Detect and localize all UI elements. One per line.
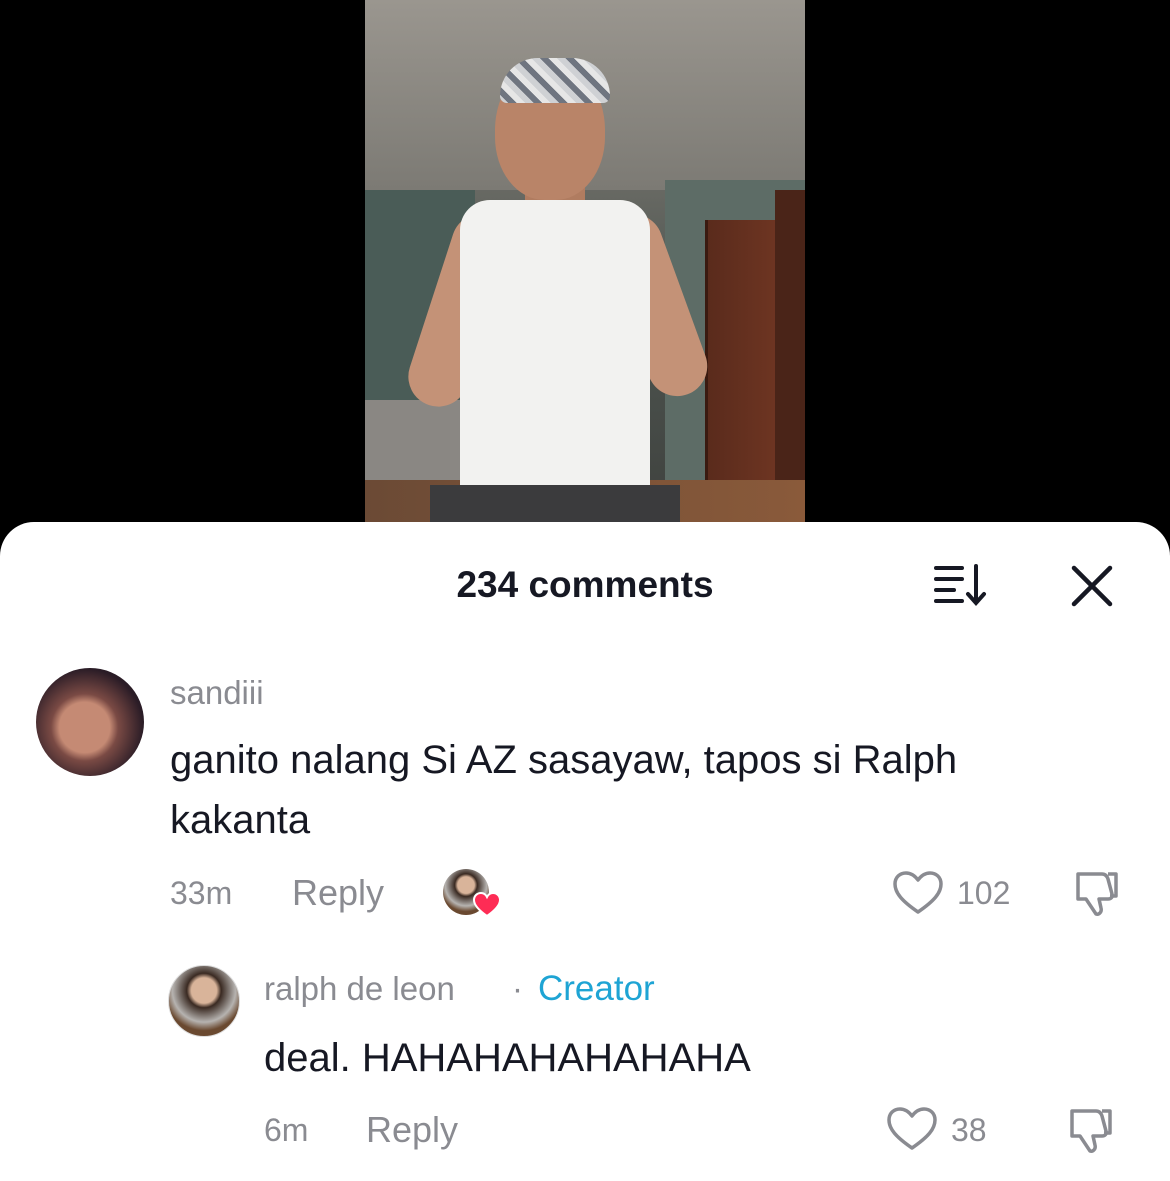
reply-username[interactable]: ralph de leon xyxy=(264,970,455,1008)
sort-icon[interactable] xyxy=(932,562,988,608)
comments-count-title: 234 comments xyxy=(456,564,714,605)
comment-username[interactable]: sandiii xyxy=(170,674,264,712)
reply-button[interactable]: Reply xyxy=(366,1109,458,1151)
heart-badge-icon xyxy=(473,892,501,918)
avatar-sandiii[interactable] xyxy=(36,668,144,776)
heart-outline-icon[interactable] xyxy=(892,870,944,916)
close-icon[interactable] xyxy=(1070,564,1114,608)
reply-text: deal. HAHAHAHAHAHAHA xyxy=(264,1036,751,1080)
creator-badge: Creator xyxy=(538,969,655,1008)
like-count: 38 xyxy=(951,1112,987,1148)
comments-sheet: 234 comments sandiii ganito nalang Si AZ… xyxy=(0,522,1170,1181)
comment-text-line-1: ganito nalang Si AZ sasayaw, tapos si Ra… xyxy=(170,738,958,782)
thumbs-down-icon[interactable] xyxy=(1066,1105,1116,1155)
video-person-tank-top xyxy=(460,200,650,500)
video-door-frame xyxy=(775,190,805,520)
avatar-ralph-de-leon[interactable] xyxy=(168,965,240,1037)
like-count: 102 xyxy=(957,875,1011,911)
comment-text-line-2: kakanta xyxy=(170,798,311,842)
heart-outline-icon[interactable] xyxy=(886,1106,938,1152)
reply-button[interactable]: Reply xyxy=(292,872,384,914)
screen: 234 comments sandiii ganito nalang Si AZ… xyxy=(0,0,1170,1181)
comment-timestamp: 33m xyxy=(170,875,233,911)
reply-timestamp: 6m xyxy=(264,1112,309,1148)
username-separator: · xyxy=(512,970,523,1007)
video-door xyxy=(705,220,778,510)
video-player[interactable] xyxy=(365,0,805,530)
video-person-bandana xyxy=(500,58,610,103)
thumbs-down-icon[interactable] xyxy=(1072,868,1122,918)
